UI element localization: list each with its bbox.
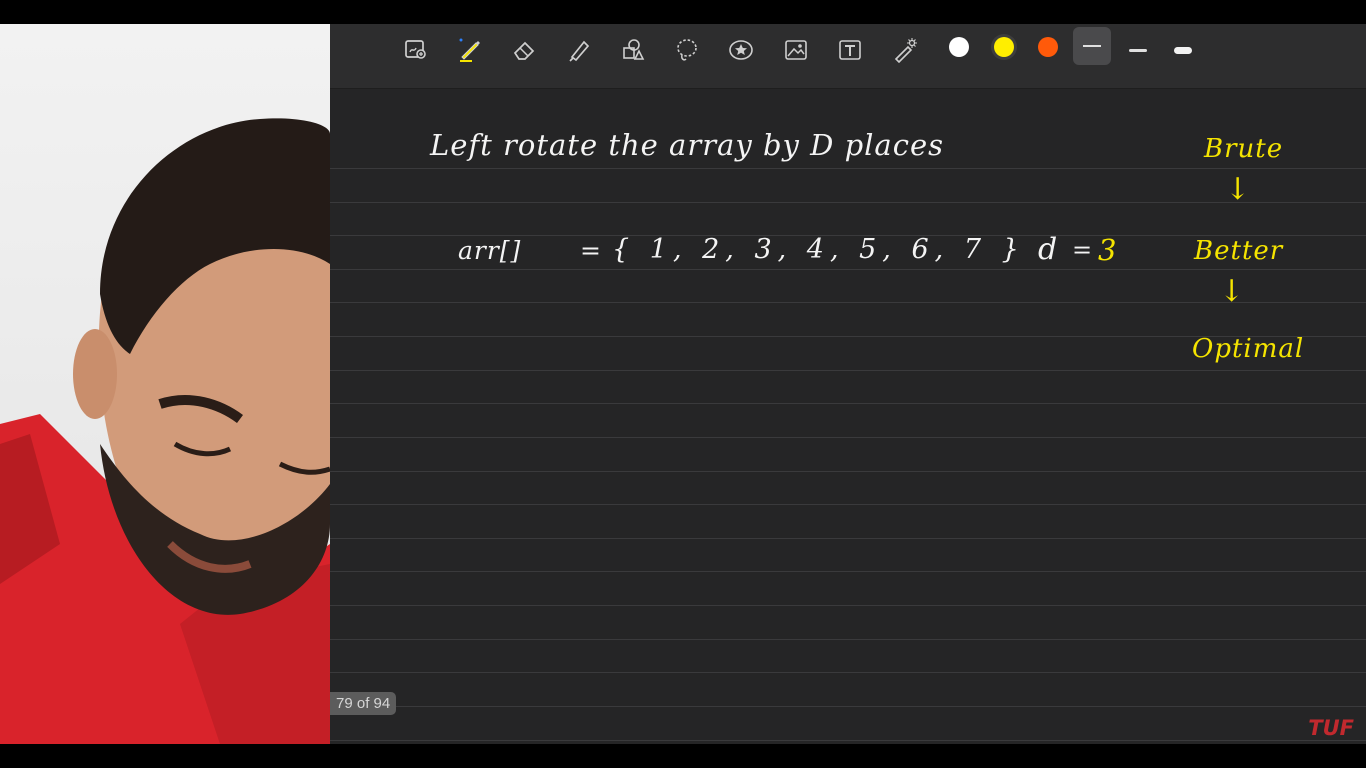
- notes-app: Left rotate the array by D places arr[] …: [330, 24, 1366, 744]
- ruled-line: [330, 605, 1366, 606]
- image-icon: [785, 40, 807, 60]
- sticker-tool-button[interactable]: [721, 30, 761, 70]
- thin-line-icon: [1083, 45, 1101, 47]
- lasso-icon: [677, 39, 697, 61]
- stroke-width-thick-button[interactable]: [1163, 30, 1203, 70]
- ruled-line: [330, 639, 1366, 640]
- color-swatch-white[interactable]: [949, 37, 969, 57]
- color-swatch-orange[interactable]: [1038, 37, 1058, 57]
- d-value: 3: [1098, 233, 1118, 267]
- shapes-tool-button[interactable]: [613, 30, 653, 70]
- shapes-icon: [623, 39, 645, 60]
- text-tool-button[interactable]: [830, 30, 870, 70]
- text-icon: [839, 40, 861, 60]
- highlighter-tool-button[interactable]: [559, 30, 599, 70]
- channel-watermark: TUF: [1308, 716, 1354, 740]
- ruled-line: [330, 302, 1366, 303]
- ruled-line: [330, 269, 1366, 270]
- approach-better: Better: [1194, 236, 1284, 266]
- ruled-line: [330, 571, 1366, 572]
- webcam-feed: [0, 24, 330, 744]
- ruled-line: [330, 706, 1366, 707]
- pen-tool-button[interactable]: [450, 30, 490, 70]
- arrow-down-1: ↓: [1225, 172, 1252, 207]
- scan-tool-button[interactable]: [396, 30, 436, 70]
- array-label: arr[]: [458, 236, 522, 265]
- note-page[interactable]: Left rotate the array by D places arr[] …: [330, 90, 1366, 744]
- approach-optimal: Optimal: [1192, 334, 1305, 364]
- highlighter-icon: [569, 40, 590, 62]
- medium-line-icon: [1129, 48, 1147, 52]
- d-equals: =: [1072, 236, 1094, 264]
- letterbox-bottom: [0, 744, 1366, 768]
- ruled-line: [330, 672, 1366, 673]
- ruled-line: [330, 740, 1366, 741]
- sticker-icon: [729, 40, 753, 60]
- array-values: { 1, 2, 3, 4, 5, 6, 7 }: [612, 234, 1025, 265]
- scan-icon: [405, 40, 426, 59]
- ruled-line: [330, 370, 1366, 371]
- letterbox-top: [0, 0, 1366, 24]
- ruled-line: [330, 202, 1366, 203]
- eraser-icon: [513, 41, 535, 60]
- ruled-line: [330, 437, 1366, 438]
- image-tool-button[interactable]: [776, 30, 816, 70]
- page-counter: 79 of 94: [330, 692, 397, 715]
- color-swatch-yellow[interactable]: [994, 37, 1014, 57]
- d-label: d: [1038, 232, 1059, 267]
- arrow-down-2: ↓: [1219, 274, 1246, 309]
- ruled-line: [330, 538, 1366, 539]
- ruled-line: [330, 168, 1366, 169]
- array-equals: =: [580, 236, 602, 265]
- approach-brute: Brute: [1204, 134, 1284, 164]
- presenter-image: [0, 118, 330, 744]
- drawing-toolbar: [330, 24, 1366, 89]
- ruled-line: [330, 403, 1366, 404]
- ruled-line: [330, 504, 1366, 505]
- lasso-tool-button[interactable]: [667, 30, 707, 70]
- eraser-tool-button[interactable]: [504, 30, 544, 70]
- problem-title: Left rotate the array by D places: [430, 128, 944, 162]
- stroke-width-medium-button[interactable]: [1118, 30, 1158, 70]
- pen-icon: [459, 38, 480, 62]
- laser-pointer-icon: [894, 38, 917, 63]
- laser-pointer-tool-button[interactable]: [885, 30, 925, 70]
- stroke-width-thin-button[interactable]: [1073, 27, 1111, 65]
- ruled-line: [330, 471, 1366, 472]
- thick-line-icon: [1174, 46, 1192, 54]
